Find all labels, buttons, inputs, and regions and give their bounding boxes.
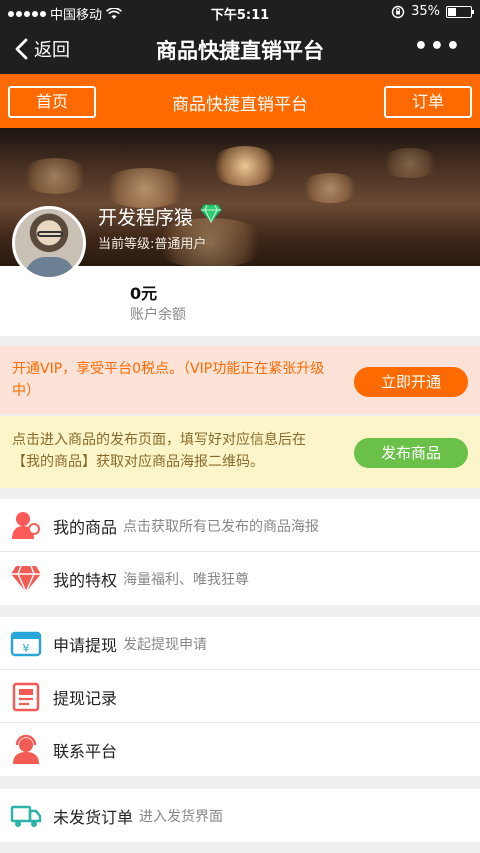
vip-panel: 开通VIP，享受平台0税点。（VIP功能正在紧张升级中） 立即开通 — [0, 346, 480, 414]
bokeh-light — [380, 148, 440, 178]
diamond-privilege-icon — [11, 565, 41, 594]
menu-label: 我的商品 — [53, 518, 118, 537]
menu-item-withdraw-records[interactable]: 提现记录 — [0, 670, 480, 723]
avatar-shirt — [25, 257, 75, 277]
user-name: 开发程序猿 — [98, 207, 194, 229]
menu-desc: 进入发货界面 — [139, 809, 223, 825]
bokeh-light — [300, 173, 360, 203]
menu-item-my-privilege[interactable]: 我的特权 海量福利、唯我狂尊 — [0, 552, 480, 605]
menu-label: 未发货订单 — [53, 808, 134, 827]
menu-label: 联系平台 — [53, 742, 118, 761]
menu-label: 申请提现 — [53, 636, 118, 655]
battery-icon — [446, 5, 474, 18]
publish-goods-button[interactable]: 发布商品 — [354, 438, 468, 468]
record-list-icon — [12, 682, 40, 712]
vip-text: 开通VIP，享受平台0税点。（VIP功能正在紧张升级中） — [12, 361, 325, 399]
svg-text:¥: ¥ — [23, 642, 30, 655]
bokeh-light — [100, 168, 190, 208]
menu-desc: 海量福利、唯我狂尊 — [123, 572, 249, 588]
menu-item-unshipped-orders[interactable]: 未发货订单 进入发货界面 — [0, 789, 480, 842]
avatar-glasses — [37, 231, 63, 237]
publish-panel: 点击进入商品的发布页面，填写好对应信息后在【我的商品】获取对应商品海报二维码。 … — [0, 416, 480, 488]
bokeh-light — [210, 146, 280, 186]
balance-value: 0元 — [130, 284, 158, 303]
rotation-lock-icon — [391, 5, 405, 18]
avatar[interactable] — [12, 206, 86, 280]
balance-label: 账户余额 — [130, 307, 186, 323]
battery-fill — [448, 7, 456, 16]
open-vip-button[interactable]: 立即开通 — [354, 367, 468, 397]
menu-desc: 点击获取所有已发布的商品海报 — [123, 519, 319, 535]
menu-item-contact-platform[interactable]: 联系平台 — [0, 723, 480, 776]
bokeh-light — [20, 158, 90, 194]
more-button[interactable]: ••• — [414, 34, 462, 59]
battery-percent: 35% — [411, 4, 440, 19]
nav-bar: 返回 商品快捷直销平台 ••• — [0, 24, 480, 74]
menu-label: 提现记录 — [53, 689, 118, 708]
wallet-icon: ¥ — [10, 631, 42, 657]
publish-text: 点击进入商品的发布页面，填写好对应信息后在【我的商品】获取对应商品海报二维码。 — [12, 432, 306, 470]
menu-label: 我的特权 — [53, 571, 118, 590]
menu-item-withdraw[interactable]: ¥ 申请提现 发起提现申请 — [0, 617, 480, 670]
menu-item-my-goods[interactable]: 我的商品 点击获取所有已发布的商品海报 — [0, 499, 480, 552]
customer-service-icon — [13, 734, 39, 764]
vip-diamond-icon — [200, 204, 222, 224]
user-level: 当前等级:普通用户 — [98, 237, 207, 252]
delivery-truck-icon — [10, 805, 42, 827]
page-title: 商品快捷直销平台 — [156, 39, 324, 63]
status-bar: 中国移动 下午5:11 35% — [0, 0, 480, 24]
user-goods-icon — [12, 512, 40, 539]
menu-group-goods: 我的商品 点击获取所有已发布的商品海报 我的特权 海量福利、唯我狂尊 — [0, 499, 480, 605]
menu-group-orders: 未发货订单 进入发货界面 — [0, 789, 480, 842]
header-bar: 首页 商品快捷直销平台 订单 — [0, 74, 480, 128]
order-button[interactable]: 订单 — [384, 86, 472, 118]
menu-group-finance: ¥ 申请提现 发起提现申请 提现记录 联系平台 — [0, 617, 480, 776]
menu-desc: 发起提现申请 — [123, 637, 207, 653]
battery-area: 35% — [391, 4, 474, 19]
